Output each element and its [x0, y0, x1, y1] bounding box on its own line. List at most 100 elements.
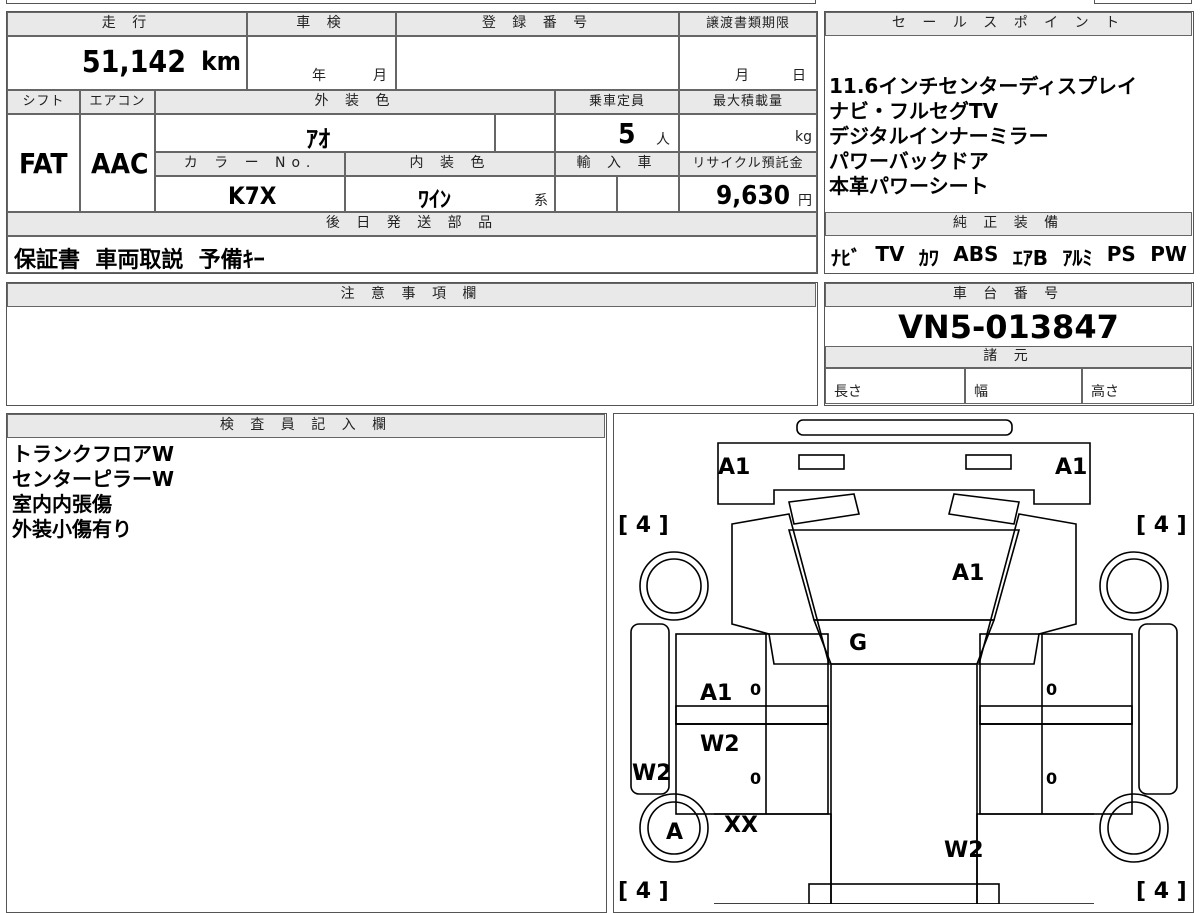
mark-pillar-left: W2 [632, 761, 672, 786]
interior-suffix: 系 [534, 193, 548, 209]
sales-point-item: デジタルインナーミラー [829, 124, 1049, 148]
inspector-line: 室内内張傷 [12, 492, 112, 516]
color-no-cell: K7X [155, 176, 345, 212]
chassis-number: VN5-013847 [898, 308, 1119, 346]
inspector-line: トランクフロアW [12, 442, 175, 466]
inspector-line: 外装小傷有り [12, 517, 132, 541]
shaken-header: 車 検 [247, 12, 396, 36]
exterior-cell: ｱｵ [155, 114, 495, 153]
mark-zero: 0 [750, 680, 761, 699]
mileage-cell: 51,142 km [7, 36, 247, 90]
equipment-item: PW [1150, 242, 1187, 266]
length-cell: 長さ [825, 368, 965, 404]
exterior-value: ｱｵ [306, 125, 330, 153]
transfer-header: 譲渡書類期限 [679, 12, 817, 36]
color-no-header: カ ラ ー No. [155, 152, 345, 176]
inspector-header: 検 査 員 記 入 欄 [7, 414, 605, 438]
import-cell-2 [617, 176, 679, 212]
sales-point-item: 11.6インチセンターディスプレイ [829, 74, 1137, 98]
width-label: 幅 [974, 384, 988, 400]
mileage-value: 51,142 [81, 45, 186, 80]
notes-header: 注 意 事 項 欄 [7, 283, 816, 307]
height-label: 高さ [1091, 384, 1119, 400]
chassis-panel: 車 台 番 号 VN5-013847 諸 元 長さ 幅 高さ [824, 282, 1194, 406]
top-strip [6, 0, 816, 4]
shipping-cell: 保証書 車両取説 予備ｷｰ [7, 236, 817, 273]
mileage-unit: km [201, 47, 241, 77]
mark-quarter-left: XX [724, 813, 758, 838]
sales-points-list: 11.6インチセンターディスプレイ ナビ・フルセグTV デジタルインナーミラー … [829, 74, 1137, 199]
equipment-item: ｱﾙﾐ [1062, 246, 1093, 270]
chassis-header: 車 台 番 号 [825, 283, 1192, 307]
import-cell-1 [555, 176, 617, 212]
shaken-year: 年 [312, 68, 326, 84]
vehicle-info-table: 走 行 車 検 登 録 番 号 譲渡書類期限 51,142 km 年 月 月 日… [6, 11, 818, 274]
exterior-extra-cell [495, 114, 555, 152]
equipment-item: ｶﾜ [918, 246, 939, 270]
shift-cell: FAT [7, 114, 80, 212]
mileage-header: 走 行 [7, 12, 247, 36]
equipment-item: ｴｱB [1012, 246, 1049, 270]
recycle-header: リサイクル預託金 [679, 152, 817, 176]
interior-value: ﾜｲﾝ [418, 188, 452, 213]
recycle-cell: 9,630 円 [679, 176, 817, 212]
mark-windshield: G [849, 631, 867, 656]
mark-rear-door-left: W2 [700, 732, 740, 757]
equipment-item: ﾅﾋﾞ [831, 246, 861, 270]
sales-points-header: セ ー ル ス ポ イ ン ト [825, 12, 1192, 36]
sales-point-item: パワーバックドア [829, 149, 989, 173]
notes-panel: 注 意 事 項 欄 [6, 282, 818, 406]
interior-cell: ﾜｲﾝ 系 [345, 176, 555, 213]
aircon-cell: AAC [80, 114, 155, 212]
shift-value: FAT [19, 147, 68, 180]
sales-point-item: 本革パワーシート [829, 174, 989, 198]
tire-bracket-rear-right: [ 4 ] [1136, 879, 1187, 904]
shift-header: シフト [7, 90, 80, 114]
mark-front-left: A1 [718, 455, 750, 480]
recycle-value: 9,630 [716, 181, 790, 211]
mark-zero: 0 [1046, 769, 1057, 788]
exterior-header: 外 装 色 [155, 90, 555, 114]
equipment-item: PS [1106, 242, 1136, 266]
spec-header: 諸 元 [825, 346, 1192, 368]
sales-points-panel: セ ー ル ス ポ イ ン ト 11.6インチセンターディスプレイ ナビ・フルセ… [824, 11, 1194, 274]
inspector-line: センターピラーW [12, 467, 175, 491]
sales-point-item: ナビ・フルセグTV [829, 99, 999, 123]
top-strip-right [1094, 0, 1192, 4]
tire-bracket-front-left: [ 4 ] [618, 513, 669, 538]
mark-zero: 0 [1046, 680, 1057, 699]
max-load-header: 最大積載量 [679, 90, 817, 114]
equipment-list: ﾅﾋﾞ TV ｶﾜ ABS ｴｱB ｱﾙﾐ PS PW [831, 242, 1187, 271]
recycle-unit: 円 [798, 193, 812, 209]
car-diagram: [ 4 ] [ 4 ] [ 4 ] [ 4 ] A1 A1 A1 G A1 W2… [618, 419, 1187, 904]
mark-wheel-left: A [666, 820, 683, 845]
max-load-cell: kg [679, 114, 817, 152]
import-header: 輸 入 車 [555, 152, 679, 176]
width-cell: 幅 [965, 368, 1082, 404]
mark-front-right: A1 [1055, 455, 1087, 480]
shaken-month: 月 [373, 68, 387, 84]
capacity-value: 5 [618, 117, 636, 150]
color-no-value: K7X [228, 182, 277, 210]
mark-zero: 0 [750, 769, 761, 788]
capacity-cell: 5 人 [555, 114, 679, 152]
registration-cell [396, 36, 679, 90]
equipment-header: 純 正 装 備 [825, 212, 1192, 236]
car-diagram-panel: [ 4 ] [ 4 ] [ 4 ] [ 4 ] A1 A1 A1 G A1 W2… [613, 413, 1194, 913]
inspector-panel: 検 査 員 記 入 欄 トランクフロアW センターピラーW 室内内張傷 外装小傷… [6, 413, 607, 913]
capacity-unit: 人 [656, 132, 670, 148]
max-load-unit: kg [795, 129, 812, 145]
transfer-month: 月 [735, 68, 749, 84]
equipment-item: TV [875, 242, 905, 266]
height-cell: 高さ [1082, 368, 1192, 404]
mark-front-door-left: A1 [700, 681, 732, 706]
shipping-header: 後 日 発 送 部 品 [7, 212, 817, 236]
aircon-header: エアコン [80, 90, 155, 114]
tire-bracket-rear-left: [ 4 ] [618, 879, 669, 904]
inspector-lines: トランクフロアW センターピラーW 室内内張傷 外装小傷有り [12, 442, 174, 542]
shaken-cell: 年 月 [247, 36, 396, 90]
equipment-item: ABS [953, 242, 999, 266]
shipping-items: 保証書 車両取説 予備ｷｰ [14, 248, 265, 273]
interior-header: 内 装 色 [345, 152, 555, 176]
mark-rear-right: W2 [944, 838, 984, 863]
